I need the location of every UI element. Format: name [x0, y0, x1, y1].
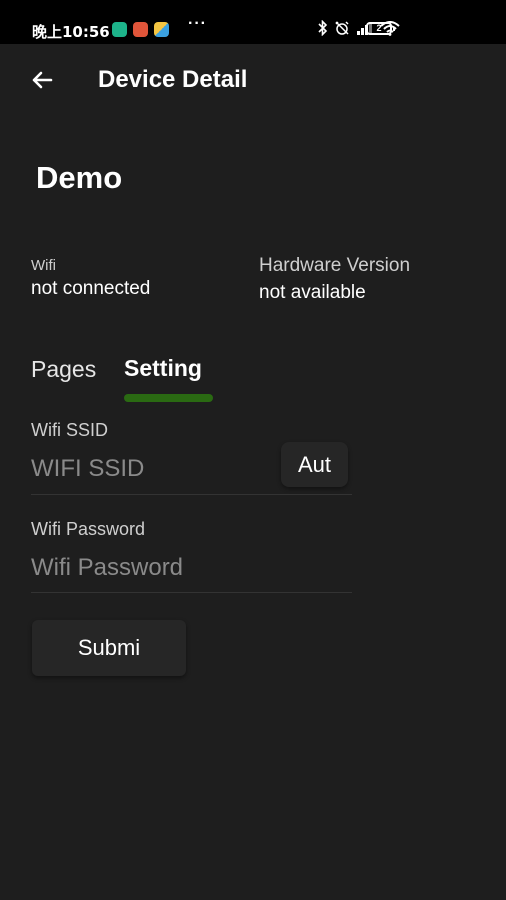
wifi-password-underline: [31, 592, 352, 593]
app-notification-icon: [154, 22, 169, 37]
wifi-value: not connected: [31, 278, 151, 299]
device-name: Demo: [36, 160, 123, 195]
wifi-ssid-underline: [31, 494, 352, 495]
wifi-label: Wifi: [31, 257, 56, 274]
wifi-ssid-input[interactable]: [31, 452, 271, 486]
wifi-password-label: Wifi Password: [31, 519, 146, 539]
status-time: 晚上10:56: [32, 23, 110, 41]
alarm-off-icon: [334, 20, 350, 39]
tab-setting[interactable]: Setting: [124, 355, 202, 382]
more-notifications-icon: ···: [188, 15, 207, 32]
app-notification-icon: [112, 22, 127, 37]
back-button[interactable]: [28, 66, 56, 94]
tab-indicator: [124, 394, 213, 402]
auto-button[interactable]: Aut: [281, 442, 348, 487]
status-app-icons: [112, 22, 169, 37]
submit-button[interactable]: Submi: [32, 620, 186, 676]
hardware-version-label: Hardware Version: [259, 255, 411, 276]
arrow-left-icon: [32, 71, 53, 89]
tab-pages[interactable]: Pages: [31, 356, 96, 383]
wifi-ssid-label: Wifi SSID: [31, 420, 109, 440]
bluetooth-icon: [317, 19, 328, 39]
hardware-version-value: not available: [259, 282, 366, 303]
battery-icon: 2: [366, 22, 395, 35]
wifi-password-input[interactable]: [31, 551, 331, 585]
app-notification-icon: [133, 22, 148, 37]
status-bar: 晚上10:56 ··· 2: [0, 0, 506, 44]
page-title: Device Detail: [98, 66, 248, 93]
